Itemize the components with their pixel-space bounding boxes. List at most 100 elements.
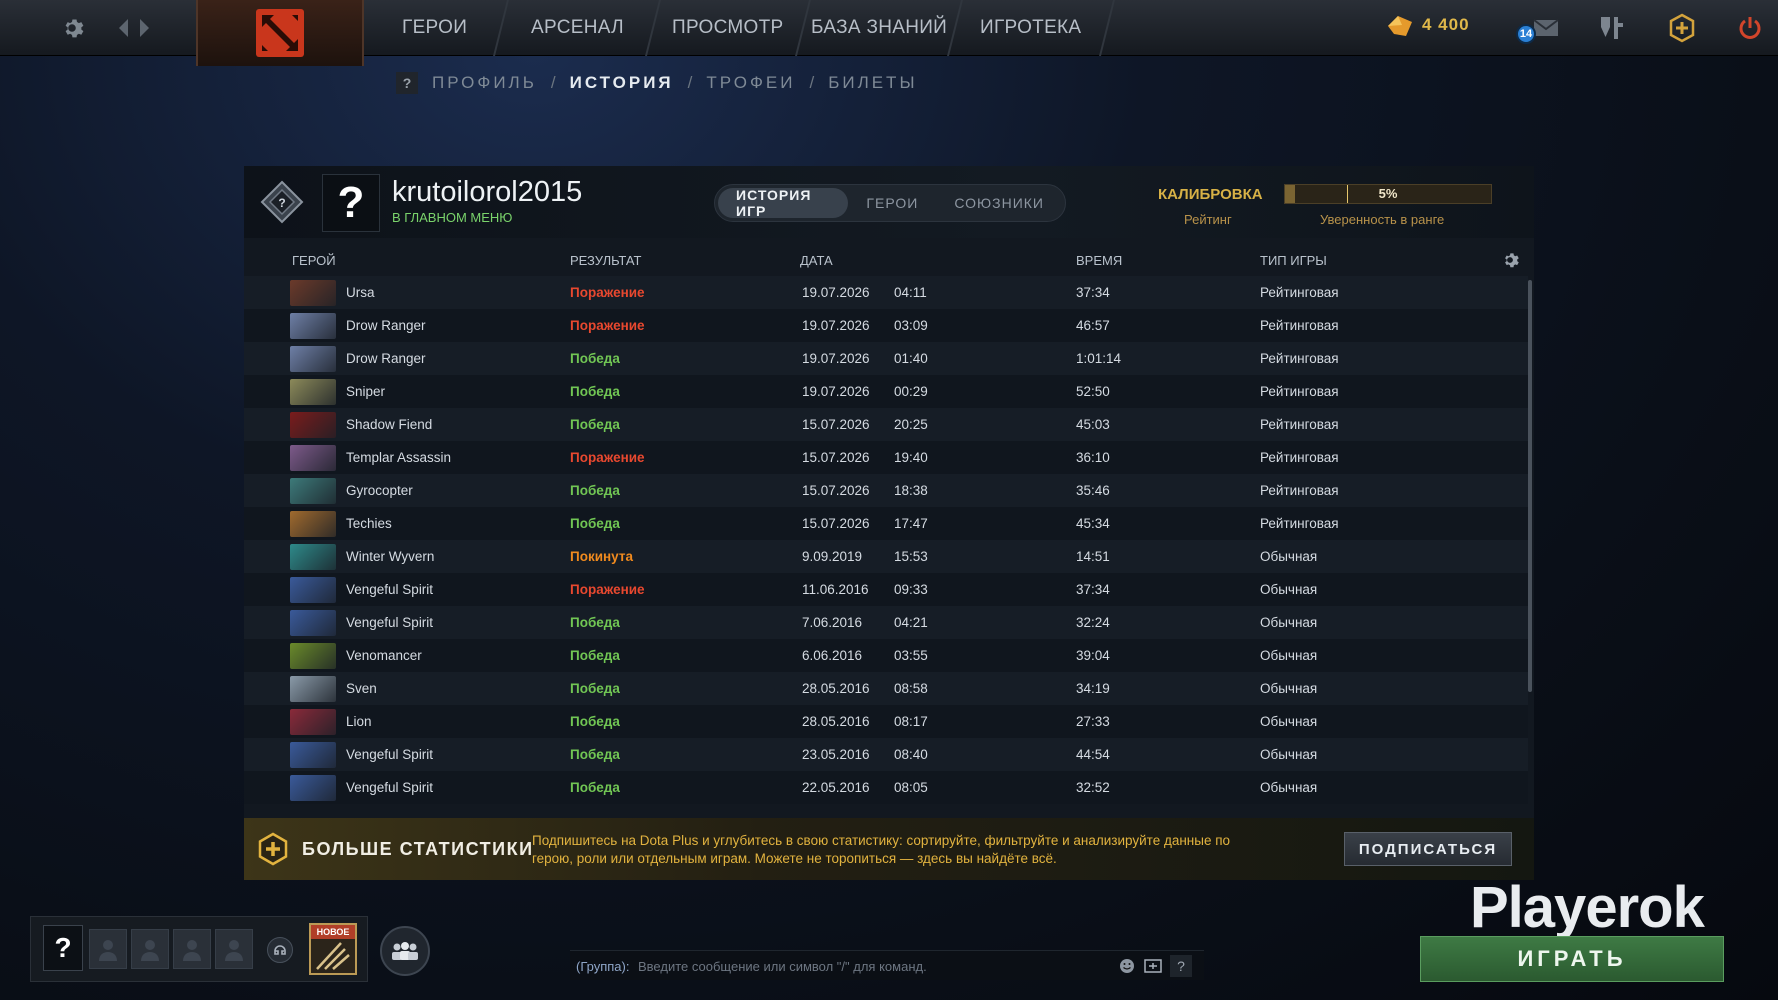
currency-value: 4 400 bbox=[1422, 15, 1470, 34]
header-duration[interactable]: ВРЕМЯ bbox=[1076, 253, 1122, 268]
messages-icon[interactable] bbox=[1530, 12, 1562, 44]
dota-plus-icon[interactable] bbox=[1666, 12, 1698, 44]
match-duration: 1:01:14 bbox=[1076, 351, 1122, 366]
help-button[interactable]: ? bbox=[396, 72, 418, 94]
nav-arsenal[interactable]: АРСЕНАЛ bbox=[495, 0, 661, 56]
event-icon bbox=[316, 942, 350, 970]
power-icon[interactable] bbox=[1734, 12, 1766, 44]
party-slot[interactable] bbox=[131, 929, 169, 969]
table-row[interactable]: Sniper Победа 19.07.2026 00:29 52:50 Рейтинго… bbox=[244, 375, 1528, 408]
match-start-time: 15:53 bbox=[894, 549, 928, 564]
match-result: Поражение bbox=[570, 450, 645, 465]
subnav-history[interactable]: ИСТОРИЯ bbox=[570, 73, 674, 93]
nav-watch[interactable]: ПРОСМОТР bbox=[647, 0, 811, 56]
voice-chat-icon[interactable] bbox=[267, 937, 293, 963]
subnav-profile[interactable]: ПРОФИЛЬ bbox=[432, 73, 537, 93]
match-date: 28.05.2016 bbox=[802, 681, 870, 696]
shards-currency[interactable]: 4 400 bbox=[1386, 12, 1470, 38]
subnav-trophies[interactable]: ТРОФЕИ bbox=[706, 73, 795, 93]
new-item-button[interactable]: НОВОЕ bbox=[309, 923, 357, 975]
hero-portrait bbox=[290, 742, 336, 768]
party-slot[interactable] bbox=[89, 929, 127, 969]
chat-wheel-icon[interactable] bbox=[1142, 955, 1164, 977]
match-date: 19.07.2026 bbox=[802, 318, 870, 333]
match-duration: 39:04 bbox=[1076, 648, 1110, 663]
match-start-time: 04:21 bbox=[894, 615, 928, 630]
table-row[interactable]: Winter Wyvern Покинута 9.09.2019 15:53 14:51… bbox=[244, 540, 1528, 573]
subnav-tickets[interactable]: БИЛЕТЫ bbox=[828, 73, 917, 93]
nav-arcade[interactable]: ИГРОТЕКА bbox=[949, 0, 1115, 56]
table-row[interactable]: Lion Победа 28.05.2016 08:17 27:33 Обычная bbox=[244, 705, 1528, 738]
header-hero[interactable]: ГЕРОЙ bbox=[292, 253, 336, 268]
avatar[interactable]: ? bbox=[322, 174, 380, 232]
forward-arrow-icon[interactable] bbox=[128, 12, 160, 44]
profile-subnav: ? ПРОФИЛЬ / ИСТОРИЯ / ТРОФЕИ / БИЛЕТЫ bbox=[396, 70, 918, 96]
subnav-separator: / bbox=[809, 73, 815, 92]
dota-logo-button[interactable] bbox=[196, 0, 364, 66]
nav-heroes[interactable]: ГЕРОИ bbox=[363, 0, 509, 56]
scrollbar[interactable] bbox=[1528, 280, 1532, 692]
party-slot[interactable] bbox=[173, 929, 211, 969]
match-duration: 52:50 bbox=[1076, 384, 1110, 399]
table-row[interactable]: Vengeful Spirit Победа 22.05.2016 08:05 32:5… bbox=[244, 771, 1528, 804]
match-duration: 14:51 bbox=[1076, 549, 1110, 564]
confidence-value: 5% bbox=[1378, 186, 1398, 201]
match-result: Победа bbox=[570, 483, 620, 498]
table-row[interactable]: Techies Победа 15.07.2026 17:47 45:34 Рейтинг… bbox=[244, 507, 1528, 540]
watermark-logo: Playerok bbox=[1470, 875, 1705, 940]
chat-help-button[interactable]: ? bbox=[1170, 955, 1192, 977]
header-game-mode[interactable]: ТИП ИГРЫ bbox=[1260, 253, 1327, 268]
empty-player-icon bbox=[99, 940, 117, 961]
nav-knowledge-base[interactable]: БАЗА ЗНАНИЙ bbox=[797, 0, 963, 56]
match-start-time: 09:33 bbox=[894, 582, 928, 597]
table-row[interactable]: Vengeful Spirit Победа 7.06.2016 04:21 32:24… bbox=[244, 606, 1528, 639]
table-settings-gear-icon[interactable] bbox=[1500, 250, 1520, 273]
notification-badge: 14 bbox=[1516, 24, 1536, 44]
rank-medal-icon[interactable]: ? bbox=[260, 180, 304, 224]
table-row[interactable]: Drow Ranger Поражение 19.07.2026 03:09 46:57… bbox=[244, 309, 1528, 342]
header-result[interactable]: РЕЗУЛЬТАТ bbox=[570, 253, 641, 268]
match-result: Покинута bbox=[570, 549, 633, 564]
hero-portrait bbox=[290, 478, 336, 504]
table-row[interactable]: Vengeful Spirit Поражение 11.06.2016 09:33 3… bbox=[244, 573, 1528, 606]
hero-portrait bbox=[290, 379, 336, 405]
table-row[interactable]: Gyrocopter Победа 15.07.2026 18:38 35:46 Рейт… bbox=[244, 474, 1528, 507]
armory-icon[interactable] bbox=[1596, 12, 1628, 44]
hero-portrait bbox=[290, 280, 336, 306]
empty-player-icon bbox=[141, 940, 159, 961]
match-start-time: 20:25 bbox=[894, 417, 928, 432]
tab-heroes[interactable]: ГЕРОИ bbox=[848, 188, 936, 218]
header-date[interactable]: ДАТА bbox=[800, 253, 833, 268]
game-mode: Рейтинговая bbox=[1260, 417, 1339, 432]
subscribe-button[interactable]: ПОДПИСАТЬСЯ bbox=[1344, 832, 1512, 866]
game-mode: Рейтинговая bbox=[1260, 351, 1339, 366]
calibration-title: КАЛИБРОВКА bbox=[1158, 186, 1263, 203]
table-row[interactable]: Drow Ranger Победа 19.07.2026 01:40 1:01:14 Р… bbox=[244, 342, 1528, 375]
friends-button[interactable] bbox=[380, 926, 430, 976]
tab-match-history[interactable]: ИСТОРИЯ ИГР bbox=[718, 187, 849, 219]
table-row[interactable]: Sven Победа 28.05.2016 08:58 34:19 Обычная bbox=[244, 672, 1528, 705]
chat-channel-label[interactable]: (Группа): bbox=[576, 959, 629, 974]
party-slot[interactable] bbox=[215, 929, 253, 969]
match-result: Победа bbox=[570, 714, 620, 729]
match-duration: 34:19 bbox=[1076, 681, 1110, 696]
party-self-slot[interactable]: ? bbox=[43, 925, 83, 971]
emoji-icon[interactable] bbox=[1116, 955, 1138, 977]
play-button[interactable]: ИГРАТЬ bbox=[1420, 936, 1724, 982]
table-row[interactable]: Venomancer Победа 6.06.2016 03:55 39:04 Обычн… bbox=[244, 639, 1528, 672]
empty-player-icon bbox=[183, 940, 201, 961]
match-duration: 35:46 bbox=[1076, 483, 1110, 498]
tab-allies[interactable]: СОЮЗНИКИ bbox=[936, 188, 1062, 218]
dota-plus-title: БОЛЬШЕ СТАТИСТИКИ bbox=[302, 839, 534, 859]
table-row[interactable]: Shadow Fiend Победа 15.07.2026 20:25 45:03 Ре… bbox=[244, 408, 1528, 441]
game-mode: Рейтинговая bbox=[1260, 516, 1339, 531]
table-row[interactable]: Templar Assassin Поражение 15.07.2026 19:40… bbox=[244, 441, 1528, 474]
table-row[interactable]: Vengeful Spirit Победа 23.05.2016 08:40 44:5… bbox=[244, 738, 1528, 771]
hero-portrait bbox=[290, 313, 336, 339]
game-mode: Обычная bbox=[1260, 615, 1318, 630]
match-date: 22.05.2016 bbox=[802, 780, 870, 795]
chat-input[interactable]: Введите сообщение или символ "/" для ком… bbox=[638, 959, 927, 974]
match-start-time: 08:05 bbox=[894, 780, 928, 795]
settings-gear-icon[interactable] bbox=[56, 12, 88, 44]
table-row[interactable]: Ursa Поражение 19.07.2026 04:11 37:34 Рейтинг… bbox=[244, 276, 1528, 309]
